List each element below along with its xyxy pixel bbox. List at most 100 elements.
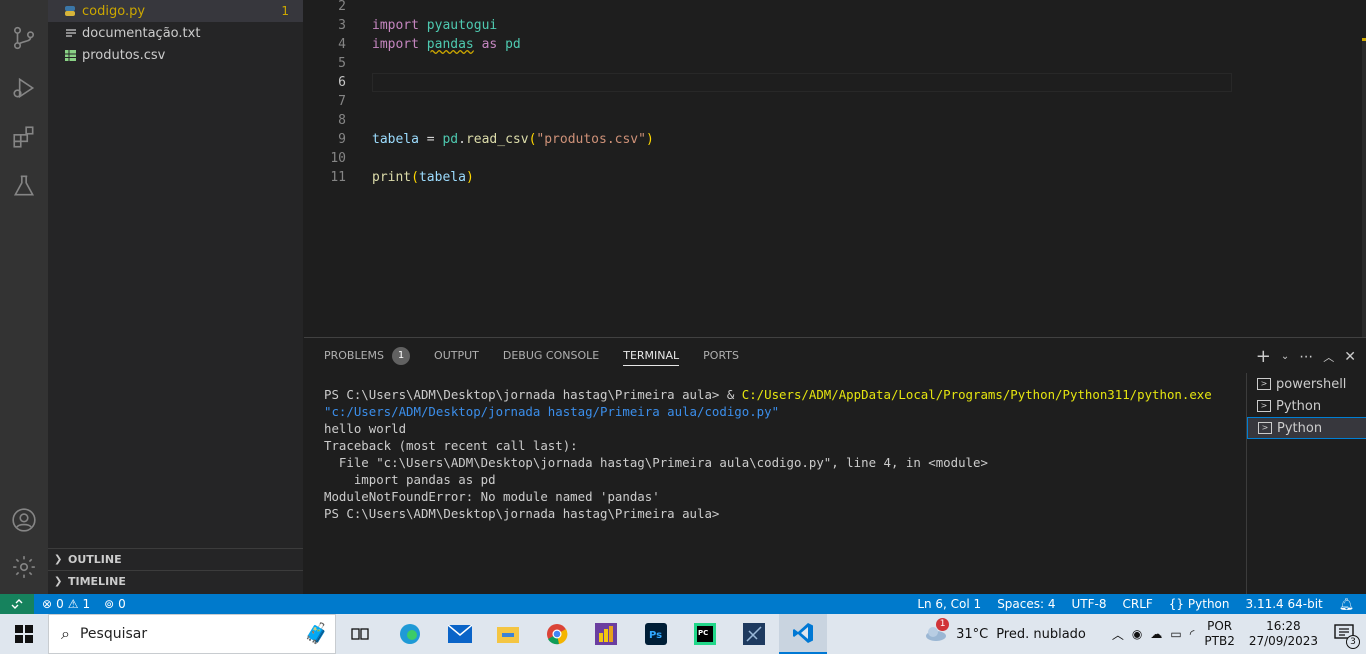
line-number: 4	[338, 37, 346, 52]
photoshop-icon[interactable]: Ps	[632, 614, 680, 654]
line-number: 6	[338, 75, 346, 90]
file-explorer-icon[interactable]	[484, 614, 532, 654]
weather-icon[interactable]: 1	[924, 617, 950, 645]
mic-icon[interactable]: ◉	[1132, 627, 1142, 641]
source-control-icon[interactable]	[0, 14, 48, 62]
editor-scrollbar[interactable]	[1362, 38, 1366, 338]
extensions-icon[interactable]	[0, 113, 48, 161]
chrome-icon[interactable]	[533, 614, 581, 654]
line-number: 2	[338, 0, 346, 14]
file-item-documentacao-txt[interactable]: documentação.txt	[48, 22, 303, 44]
module-name: pyautogui	[426, 18, 498, 33]
tab-problems[interactable]: PROBLEMS 1	[324, 338, 411, 373]
code-editor[interactable]: 2 3 import pyautogui 4 import pandas as …	[304, 0, 1366, 338]
terminal-icon: >	[1257, 378, 1271, 390]
status-right: Ln 6, Col 1 Spaces: 4 UTF-8 CRLF {} Pyth…	[917, 594, 1354, 614]
maximize-panel-icon[interactable]: ︿	[1323, 349, 1334, 365]
account-icon[interactable]	[0, 496, 48, 544]
problem-count-badge: 1	[281, 4, 289, 18]
close-icon[interactable]: ✕	[1344, 349, 1356, 365]
terminal-argument: "c:/Users/ADM/Desktop/jornada hastag/Pri…	[324, 404, 780, 419]
python-file-icon	[48, 5, 82, 17]
indentation[interactable]: Spaces: 4	[997, 597, 1055, 611]
weather-temperature[interactable]: 31°C	[956, 627, 988, 642]
error-icon[interactable]: ⊗	[42, 597, 52, 611]
terminal-item-powershell[interactable]: > powershell	[1247, 373, 1366, 395]
input-language[interactable]: POR PTB2	[1204, 619, 1234, 649]
terminal-line: File "c:\Users\ADM\Desktop\jornada hasta…	[324, 455, 988, 470]
ports-icon[interactable]: ⊚	[104, 597, 114, 611]
tab-debug-console[interactable]: DEBUG CONSOLE	[503, 338, 599, 373]
chevron-up-icon[interactable]: ︿	[1112, 626, 1124, 643]
function-name: print	[372, 170, 412, 185]
braces-icon: {}	[1168, 597, 1185, 611]
tab-ports[interactable]: PORTS	[703, 338, 739, 373]
new-terminal-icon[interactable]: +	[1256, 346, 1271, 367]
edge-browser-icon[interactable]	[386, 614, 434, 654]
bottom-panel: PROBLEMS 1 OUTPUT DEBUG CONSOLE TERMINAL …	[304, 337, 1366, 595]
chevron-right-icon: ❯	[54, 554, 63, 565]
tab-output[interactable]: OUTPUT	[434, 338, 479, 373]
sql-server-icon[interactable]	[730, 614, 778, 654]
battery-icon[interactable]: ▭	[1170, 627, 1181, 641]
notifications-icon[interactable]: 3	[1334, 623, 1360, 649]
variable: tabela	[372, 132, 419, 147]
svg-text:PC: PC	[698, 629, 708, 637]
code-line: 10	[304, 149, 1366, 168]
terminal-item-python-active[interactable]: > Python	[1247, 417, 1366, 439]
search-highlight-icon: 🧳	[304, 621, 329, 645]
terminal-item-python[interactable]: > Python	[1247, 395, 1366, 417]
end-of-line[interactable]: CRLF	[1122, 597, 1152, 611]
testing-icon[interactable]	[0, 162, 48, 210]
operator: =	[418, 132, 443, 147]
task-view-icon[interactable]	[336, 614, 384, 654]
pycharm-icon[interactable]: PC	[681, 614, 729, 654]
terminal-name: Python	[1276, 398, 1322, 414]
onedrive-cloud-icon[interactable]: ☁	[1150, 627, 1162, 641]
vscode-icon[interactable]	[779, 614, 827, 654]
warning-icon[interactable]: ⚠	[68, 597, 79, 611]
encoding[interactable]: UTF-8	[1072, 597, 1107, 611]
file-item-codigo-py[interactable]: codigo.py 1	[48, 0, 303, 22]
line-number: 3	[338, 18, 346, 33]
file-item-produtos-csv[interactable]: produtos.csv	[48, 44, 303, 66]
function-name: read_csv	[465, 132, 529, 147]
warning-count[interactable]: 1	[82, 597, 90, 611]
bell-icon[interactable]: 🔔︎	[1339, 597, 1354, 611]
ports-count[interactable]: 0	[118, 597, 126, 611]
wifi-icon[interactable]: ◜	[1190, 627, 1195, 641]
chevron-down-icon[interactable]: ⌄	[1281, 351, 1289, 362]
terminal-name: Python	[1277, 420, 1323, 436]
taskbar-search[interactable]: ⌕ Pesquisar 🧳	[48, 614, 336, 654]
text-file-icon	[48, 28, 82, 38]
language-mode[interactable]: {} Python	[1169, 597, 1230, 611]
csv-file-icon	[48, 49, 82, 61]
string-literal: "produtos.csv"	[536, 132, 646, 147]
error-count[interactable]: 0	[56, 597, 64, 611]
timeline-section[interactable]: ❯ TIMELINE	[48, 570, 303, 592]
cursor-position[interactable]: Ln 6, Col 1	[917, 597, 981, 611]
more-actions-icon[interactable]: ⋯	[1299, 349, 1313, 365]
terminal-prompt: PS C:\Users\ADM\Desktop\jornada hastag\P…	[324, 387, 742, 402]
clock[interactable]: 16:28 27/09/2023	[1249, 619, 1318, 649]
outline-section[interactable]: ❯ OUTLINE	[48, 548, 303, 570]
timeline-label: TIMELINE	[68, 575, 126, 588]
tab-label: PROBLEMS	[324, 349, 385, 362]
system-tray: 1 31°C Pred. nublado ︿ ◉ ☁ ▭ ◜ POR PTB2 …	[924, 614, 1366, 654]
python-interpreter[interactable]: 3.11.4 64-bit	[1246, 597, 1323, 611]
tab-terminal[interactable]: TERMINAL	[623, 338, 679, 373]
weather-badge: 1	[936, 617, 950, 631]
remote-indicator-icon[interactable]	[0, 594, 34, 614]
windows-start-icon[interactable]	[0, 614, 48, 654]
run-debug-icon[interactable]	[0, 64, 48, 112]
weather-description[interactable]: Pred. nublado	[996, 627, 1086, 642]
terminal-output[interactable]: PS C:\Users\ADM\Desktop\jornada hastag\P…	[324, 386, 1244, 522]
clock-time: 16:28	[1266, 619, 1301, 633]
search-icon: ⌕	[61, 624, 70, 643]
power-bi-icon[interactable]	[582, 614, 630, 654]
terminal-icon: >	[1257, 400, 1271, 412]
settings-gear-icon[interactable]	[0, 543, 48, 591]
mail-icon[interactable]	[436, 614, 484, 654]
operator: .	[458, 132, 466, 147]
module-alias: pd	[505, 37, 521, 52]
